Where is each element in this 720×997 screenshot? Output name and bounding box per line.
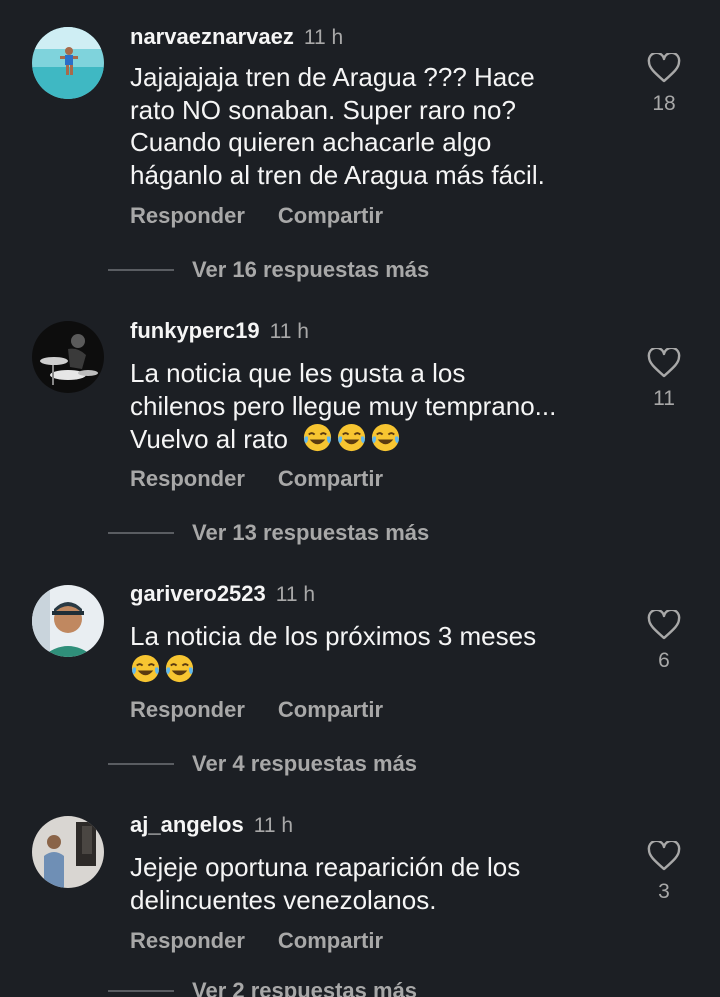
heart-icon[interactable]	[647, 610, 681, 640]
tears-of-joy-emoji-icon	[131, 654, 160, 682]
heart-icon[interactable]	[647, 841, 681, 871]
view-replies-label: Ver 4 respuestas más	[192, 751, 418, 776]
timestamp: 11 h	[275, 583, 316, 606]
view-replies-label: Ver 13 respuestas más	[192, 520, 430, 545]
like-count: 18	[652, 92, 676, 115]
view-replies-button[interactable]: Ver 4 respuestas más	[108, 751, 417, 777]
tears-of-joy-emoji-icon	[372, 423, 400, 452]
like-count: 6	[658, 649, 670, 672]
like-group: 18	[644, 53, 684, 116]
username[interactable]: aj_angelos	[130, 812, 244, 838]
reply-button[interactable]: Responder	[130, 697, 245, 723]
tears-of-joy-emoji-icon	[338, 423, 366, 452]
username[interactable]: narvaeznarvaez	[130, 24, 294, 50]
share-button[interactable]: Compartir	[278, 928, 383, 954]
comment-text: La noticia que les gusta a los chilenos …	[130, 358, 557, 454]
beach-person-avatar-icon	[32, 27, 104, 99]
avatar[interactable]	[32, 816, 104, 888]
comment-text: Jajajajaja tren de Aragua ??? Hace rato …	[130, 62, 545, 190]
share-button[interactable]: Compartir	[278, 697, 383, 723]
view-replies-button[interactable]: Ver 13 respuestas más	[108, 520, 429, 546]
view-replies-button[interactable]: Ver 2 respuestas más	[108, 978, 417, 997]
replies-divider	[108, 990, 174, 992]
timestamp: 11 h	[269, 320, 309, 343]
avatar[interactable]	[32, 27, 104, 99]
drummer-avatar-icon	[32, 321, 104, 393]
comment-text: Jejeje oportuna reaparición de los delin…	[130, 852, 521, 915]
reply-button[interactable]: Responder	[130, 928, 245, 954]
like-group: 11	[644, 348, 684, 411]
avatar[interactable]	[32, 585, 104, 657]
comment-text: La noticia de los próximos 3 meses	[130, 620, 610, 686]
like-group: 6	[644, 610, 684, 673]
heart-icon[interactable]	[647, 348, 681, 378]
reply-button[interactable]: Responder	[130, 466, 245, 492]
view-replies-button[interactable]: Ver 16 respuestas más	[108, 257, 429, 283]
like-group: 3	[644, 841, 684, 904]
like-count: 11	[653, 387, 675, 410]
tears-of-joy-emoji-icon	[304, 423, 332, 452]
replies-divider	[108, 532, 174, 534]
view-replies-label: Ver 16 respuestas más	[192, 257, 430, 282]
share-button[interactable]: Compartir	[278, 466, 383, 492]
timestamp: 11 h	[253, 814, 294, 837]
share-button[interactable]: Compartir	[278, 203, 383, 229]
replies-divider	[108, 269, 174, 271]
man-standing-avatar-icon	[32, 816, 104, 888]
view-replies-label: Ver 2 respuestas más	[192, 978, 418, 997]
avatar[interactable]	[32, 321, 104, 393]
replies-divider	[108, 763, 174, 765]
timestamp: 11 h	[303, 26, 344, 49]
reply-button[interactable]: Responder	[130, 203, 245, 229]
tears-of-joy-emoji-icon	[165, 654, 194, 682]
username[interactable]: garivero2523	[130, 581, 266, 607]
username[interactable]: funkyperc19	[130, 318, 260, 344]
heart-icon[interactable]	[647, 53, 681, 83]
man-cap-avatar-icon	[32, 585, 104, 657]
like-count: 3	[658, 880, 670, 903]
